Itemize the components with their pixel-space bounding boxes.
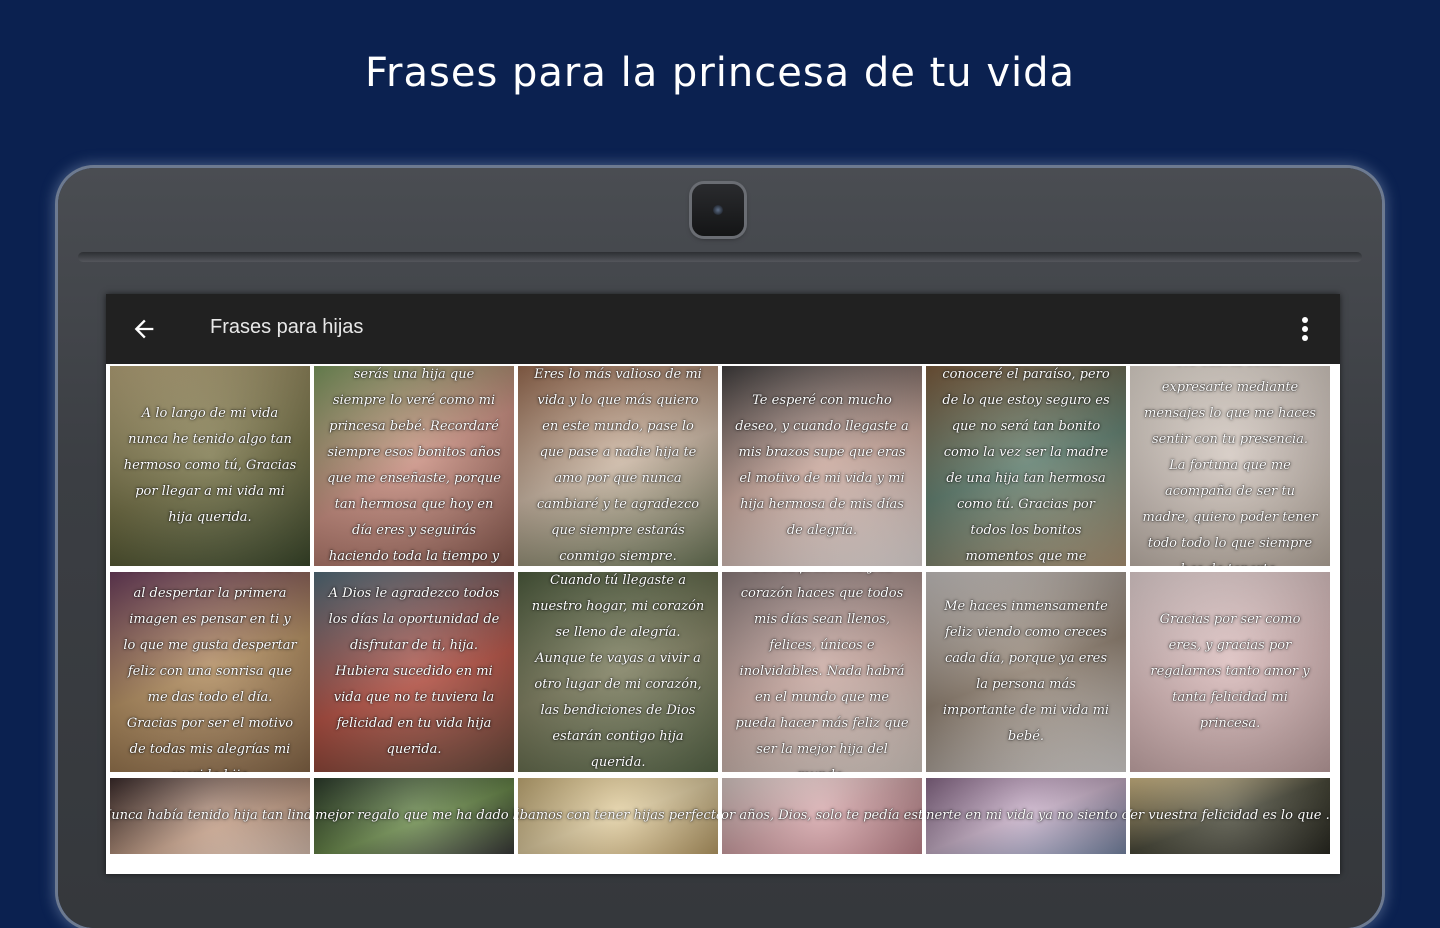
image-tile[interactable]: Cuando soñábamos con tener hijas perfect…: [518, 778, 718, 854]
image-tile[interactable]: No cabría como expresarte mediante mensa…: [1130, 366, 1330, 566]
camera-icon: [692, 184, 744, 236]
arrow-back-icon: [134, 319, 154, 339]
image-tile[interactable]: A Dios le agradezco todos los días la op…: [314, 572, 514, 772]
image-tile[interactable]: Gracias por ser como eres, y gracias por…: [1130, 572, 1330, 772]
tile-quote: Eres lo más valioso de mi vida y lo que …: [534, 367, 702, 564]
image-tile[interactable]: Cuando tú llegaste a nuestro hogar, mi c…: [518, 572, 718, 772]
image-tile[interactable]: Te esperé con mucho deseo, y cuando lleg…: [722, 366, 922, 566]
image-tile[interactable]: Me haces inmensamente feliz viendo como …: [926, 572, 1126, 772]
tile-quote: A lo largo de mi vida nunca he tenido al…: [123, 406, 297, 525]
tile-quote: Todos los días de mi vida al despertar l…: [123, 572, 297, 772]
app-screen: Frases para hijas A lo largo de mi vida …: [106, 294, 1340, 874]
tile-quote: Después de tenerte en mi vida ya no sien…: [926, 808, 1126, 823]
tile-quote: Sos el mejor regalo que me ha dado la vi…: [314, 808, 514, 823]
image-tile[interactable]: A lo largo de mi vida nunca he tenido al…: [110, 366, 310, 566]
app-title: Frases para hijas: [210, 316, 364, 338]
tile-quote: Nunca había tenido hija tan linda: [110, 808, 310, 823]
tile-quote: Con tu presencia y tu corazón haces que …: [735, 572, 909, 772]
tablet-frame: Frases para hijas A lo largo de mi vida …: [58, 168, 1382, 928]
image-tile[interactable]: Eres lo más valioso de mi vida y lo que …: [518, 366, 718, 566]
image-tile[interactable]: Aquí el tiempo y siempre serás una hija …: [314, 366, 514, 566]
back-button[interactable]: [124, 309, 164, 349]
bezel-ridge: [78, 252, 1362, 262]
tile-quote: No sé si algún día conoceré el paraíso, …: [942, 367, 1110, 564]
image-grid: A lo largo de mi vida nunca he tenido al…: [110, 366, 1336, 860]
more-vert-icon: [1302, 317, 1308, 341]
overflow-menu-button[interactable]: [1290, 309, 1320, 349]
tile-quote: Cuando tú llegaste a nuestro hogar, mi c…: [531, 573, 705, 770]
image-tile[interactable]: Sos el mejor regalo que me ha dado la vi…: [314, 778, 514, 854]
image-tile[interactable]: Por años, Dios, solo te pedía esto: [722, 778, 922, 854]
image-tile[interactable]: Todos los días de mi vida al despertar l…: [110, 572, 310, 772]
image-tile[interactable]: Con tu presencia y tu corazón haces que …: [722, 572, 922, 772]
tile-quote: A Dios le agradezco todos los días la op…: [328, 586, 500, 757]
image-tile[interactable]: Después de tenerte en mi vida ya no sien…: [926, 778, 1126, 854]
banner-title: Frases para la princesa de tu vida: [364, 50, 1076, 96]
tile-quote: Ver vuestra felicidad es lo que ...: [1130, 808, 1330, 823]
camera-lens: [713, 205, 723, 215]
tile-quote: Cuando soñábamos con tener hijas perfect…: [518, 808, 718, 823]
tile-quote: Me haces inmensamente feliz viendo como …: [942, 599, 1110, 744]
tile-quote: Gracias por ser como eres, y gracias por…: [1150, 612, 1310, 731]
tile-quote: Por años, Dios, solo te pedía esto: [722, 808, 922, 823]
app-bar: Frases para hijas: [106, 294, 1340, 364]
image-tile[interactable]: Nunca había tenido hija tan linda: [110, 778, 310, 854]
tile-quote: Te esperé con mucho deseo, y cuando lleg…: [735, 393, 909, 538]
tile-quote: No cabría como expresarte mediante mensa…: [1142, 366, 1318, 566]
image-tile[interactable]: No sé si algún día conoceré el paraíso, …: [926, 366, 1126, 566]
image-tile[interactable]: Ver vuestra felicidad es lo que ...: [1130, 778, 1330, 854]
tile-quote: Aquí el tiempo y siempre serás una hija …: [327, 367, 501, 564]
